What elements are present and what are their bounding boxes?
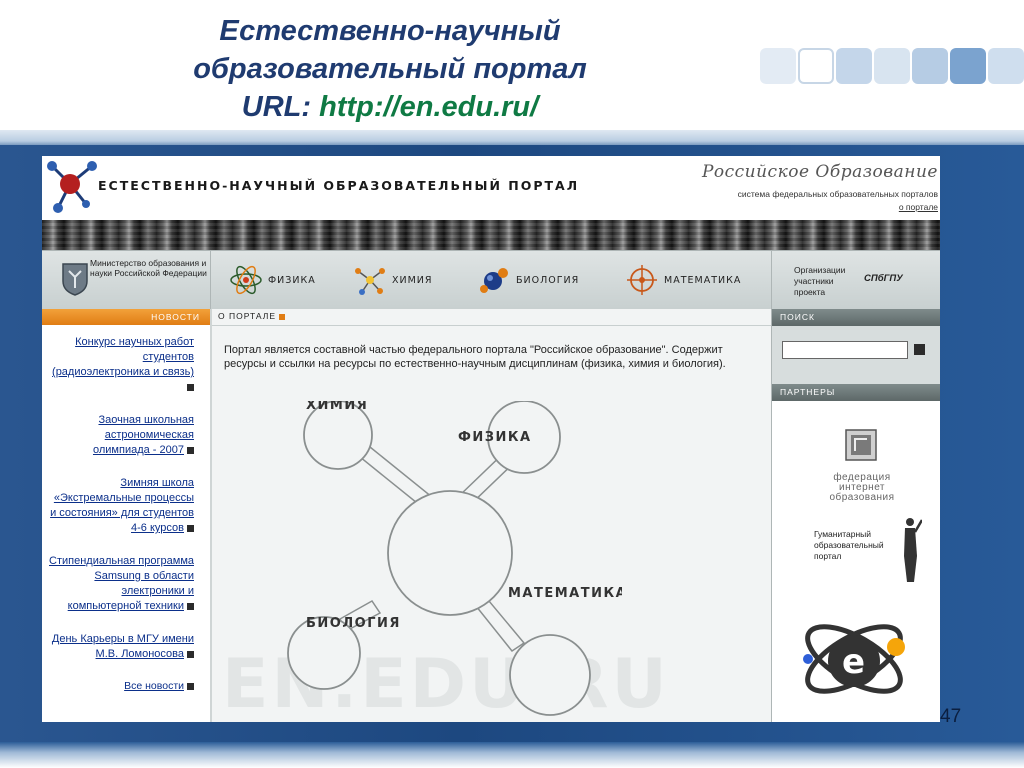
molecule-logo-icon <box>47 161 97 213</box>
partners-list: федерация интернет образования Гуманитар… <box>772 401 940 722</box>
tab-about-portal[interactable]: О ПОРТАЛЕ <box>218 311 285 324</box>
nav-chemistry-label: ХИМИЯ <box>392 274 433 286</box>
biology-icon <box>480 268 508 293</box>
news-item-text: Зимняя школа «Экстремальные процессы и с… <box>50 477 194 534</box>
math-crosshair-icon <box>627 265 657 295</box>
news-item-text: Конкурс научных работ студентов (радиоэл… <box>52 336 194 378</box>
arrow-icon <box>187 602 194 610</box>
news-item[interactable]: Заочная школьная астрономическая олимпиа… <box>46 413 194 458</box>
search-input[interactable] <box>782 341 908 359</box>
search-header: ПОИСК <box>772 309 940 326</box>
arrow-icon <box>187 383 194 391</box>
deco-square <box>950 48 986 84</box>
slide-title: Естественно-научный образовательный порт… <box>150 12 630 126</box>
atom-icon <box>230 265 262 295</box>
nav-biology-label: БИОЛОГИЯ <box>516 274 580 286</box>
tab-about-label: О ПОРТАЛЕ <box>218 311 276 321</box>
header-banner-image <box>42 220 940 250</box>
decorative-squares <box>754 48 1024 88</box>
news-item[interactable]: Зимняя школа «Экстремальные процессы и с… <box>46 476 194 536</box>
subject-nav: Министерство образования и науки Российс… <box>42 250 940 310</box>
portal-description: Портал является составной частью федерал… <box>224 344 726 370</box>
news-item-text: Заочная школьная астрономическая олимпиа… <box>92 414 194 456</box>
diagram-label-physics: ФИЗИКА <box>458 430 532 445</box>
nav-chemistry[interactable]: ХИМИЯ <box>352 263 433 297</box>
humanitarian-portal-text[interactable]: Гуманитарный образовательный портал <box>814 529 904 562</box>
search-go-button[interactable] <box>914 344 925 355</box>
deco-square <box>798 48 834 84</box>
slide-title-line2: образовательный портал <box>193 53 587 85</box>
all-news-link[interactable]: Все новости <box>42 680 210 692</box>
page-number: 47 <box>940 706 962 727</box>
statue-icon <box>904 518 922 582</box>
e-letter: e <box>842 642 865 682</box>
ro-subtitle: система федеральных образовательных порт… <box>737 189 938 199</box>
news-item[interactable]: Конкурс научных работ студентов (радиоэл… <box>46 335 194 395</box>
news-item[interactable]: Стипендиальная программа Samsung в облас… <box>46 554 194 614</box>
partners-section: ПАРТНЕРЫ <box>772 384 940 401</box>
about-portal-section: О ПОРТАЛЕ Портал является составной част… <box>211 309 771 722</box>
arrow-icon <box>187 650 194 658</box>
news-item-text: Стипендиальная программа Samsung в облас… <box>49 555 194 612</box>
coat-of-arms-icon <box>62 263 88 296</box>
diagram-label-chemistry: ХИМИЯ <box>306 401 368 413</box>
arrow-icon <box>187 524 194 532</box>
news-item[interactable]: День Карьеры в МГУ имени М.В. Ломоносова <box>46 632 194 662</box>
news-header: НОВОСТИ <box>42 309 210 325</box>
deco-square <box>836 48 872 84</box>
news-list: Конкурс научных работ студентов (радиоэл… <box>42 325 210 662</box>
all-news-text: Все новости <box>124 680 184 692</box>
internet-education-federation-icon[interactable] <box>845 429 877 461</box>
slide-url-line: URL: http://en.edu.ru/ <box>150 88 630 126</box>
slide-title-line1: Естественно-научный <box>219 15 561 47</box>
nav-biology[interactable]: БИОЛОГИЯ <box>476 263 579 297</box>
url-label: URL: <box>241 91 320 123</box>
about-portal-link[interactable]: о портале <box>899 202 938 212</box>
deco-square <box>988 48 1024 84</box>
ministry-text: Министерство образования и науки Российс… <box>90 258 207 278</box>
org-label: Организации участники проекта <box>794 265 846 297</box>
right-sidebar: ПОИСК ПАРТНЕРЫ федерация интернет образо… <box>771 309 940 722</box>
deco-square <box>912 48 948 84</box>
nav-physics-label: ФИЗИКА <box>268 274 316 286</box>
spbgpu-logo[interactable]: СПбГПУ <box>864 273 903 284</box>
ro-logo-title[interactable]: Российское Образование <box>702 162 938 182</box>
diagram-label-mathematics: МАТЕМАТИКА <box>508 586 622 601</box>
arrow-icon <box>279 313 285 320</box>
partners-header: ПАРТНЕРЫ <box>772 384 940 401</box>
diagram-label-biology: БИОЛОГИЯ <box>306 616 401 631</box>
center-node <box>387 490 513 616</box>
deco-square <box>760 48 796 84</box>
site-header: ЕСТЕСТВЕННО-НАУЧНЫЙ ОБРАЗОВАТЕЛЬНЫЙ ПОРТ… <box>42 156 940 220</box>
mathematics-node <box>509 634 591 716</box>
portal-screenshot: ЕСТЕСТВЕННО-НАУЧНЫЙ ОБРАЗОВАТЕЛЬНЫЙ ПОРТ… <box>42 156 940 722</box>
subjects-molecule-diagram: ХИМИЯ ФИЗИКА МАТЕМАТИКА БИОЛОГИЯ <box>287 401 622 716</box>
arrow-icon <box>187 682 194 690</box>
education-e-logo-icon[interactable]: e <box>796 599 916 719</box>
nav-physics[interactable]: ФИЗИКА <box>228 263 316 297</box>
divider <box>212 325 771 326</box>
ministry-block[interactable]: Министерство образования и науки Российс… <box>42 251 211 309</box>
slide-band-bottom <box>0 742 1024 768</box>
site-name: ЕСТЕСТВЕННО-НАУЧНЫЙ ОБРАЗОВАТЕЛЬНЫЙ ПОРТ… <box>98 178 580 193</box>
nav-mathematics[interactable]: МАТЕМАТИКА <box>624 263 741 297</box>
news-item-text: День Карьеры в МГУ имени М.В. Ломоносова <box>51 633 194 660</box>
news-column: НОВОСТИ Конкурс научных работ студентов … <box>42 309 211 722</box>
molecule-icon <box>355 268 385 295</box>
url-link[interactable]: http://en.edu.ru/ <box>319 91 538 123</box>
nav-mathematics-label: МАТЕМАТИКА <box>664 274 742 286</box>
deco-square <box>874 48 910 84</box>
fed-text[interactable]: федерация интернет образования <box>812 473 912 503</box>
arrow-icon <box>187 446 194 454</box>
participating-orgs: Организации участники проекта СПбГПУ <box>771 251 940 309</box>
